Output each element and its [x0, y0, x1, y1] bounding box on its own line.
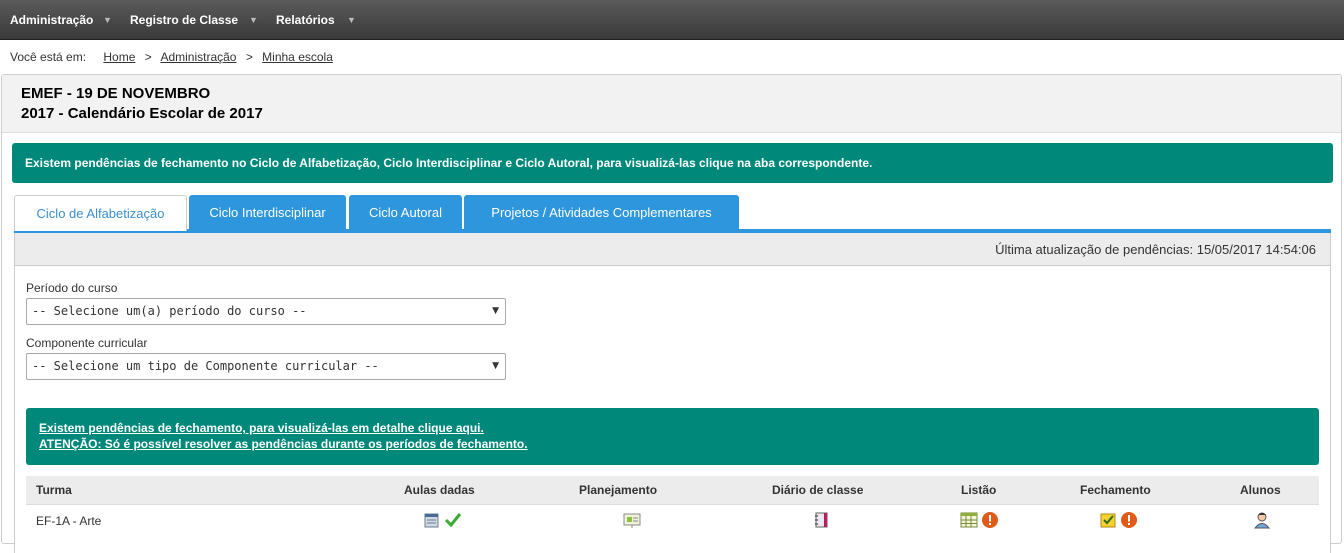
menu-relatorios[interactable]: Relatórios ▼	[276, 0, 356, 40]
breadcrumb: Você está em: Home > Administração > Min…	[10, 50, 333, 64]
menu-registro-label: Registro de Classe	[130, 13, 239, 27]
breadcrumb-minha-escola-link[interactable]: Minha escola	[262, 50, 333, 64]
col-alunos: Alunos	[1240, 483, 1281, 497]
chevron-down-icon: ▼	[103, 15, 112, 25]
menu-registro-de-classe[interactable]: Registro de Classe ▼	[130, 0, 258, 40]
calendar-name: 2017 - Calendário Escolar de 2017	[21, 105, 263, 122]
col-aulas-dadas: Aulas dadas	[404, 483, 475, 497]
aulas-dadas-icon[interactable]	[423, 511, 441, 529]
planejamento-icon[interactable]	[623, 511, 641, 529]
periodo-select-value: -- Selecione um(a) período do curso --	[32, 304, 307, 318]
componente-label: Componente curricular	[26, 336, 148, 350]
select-arrow-icon: ▼	[492, 361, 499, 371]
check-icon	[444, 513, 462, 528]
listao-icon[interactable]	[960, 511, 978, 529]
last-update-bar: Última atualização de pendências: 15/05/…	[15, 233, 1330, 266]
periodo-label: Período do curso	[26, 281, 118, 295]
col-turma: Turma	[36, 483, 72, 497]
last-update-text: Última atualização de pendências: 15/05/…	[995, 242, 1316, 257]
tab-ciclo-autoral[interactable]: Ciclo Autoral	[349, 195, 462, 230]
tab-content: Última atualização de pendências: 15/05/…	[14, 233, 1331, 553]
col-fechamento: Fechamento	[1080, 483, 1151, 497]
chevron-down-icon: ▼	[249, 15, 258, 25]
diario-de-classe-icon[interactable]	[812, 511, 830, 529]
table-row: EF-1A - Arte	[26, 505, 1319, 539]
componente-select-value: -- Selecione um tipo de Componente curri…	[32, 359, 379, 373]
fechamento-icon[interactable]	[1099, 511, 1117, 529]
warning-icon	[982, 512, 998, 528]
menu-relatorios-label: Relatórios	[276, 13, 335, 27]
select-arrow-icon: ▼	[492, 306, 499, 316]
tab-projetos-atividades[interactable]: Projetos / Atividades Complementares	[464, 195, 739, 230]
col-listao: Listão	[961, 483, 997, 497]
warning-icon	[1121, 512, 1137, 528]
table-header: Turma Aulas dadas Planejamento Diário de…	[26, 476, 1319, 505]
periodo-select[interactable]: -- Selecione um(a) período do curso -- ▼	[26, 298, 506, 325]
tab-ciclo-alfabetizacao[interactable]: Ciclo de Alfabetização	[14, 195, 187, 231]
chevron-down-icon: ▼	[347, 15, 356, 25]
student-icon[interactable]	[1253, 511, 1271, 529]
breadcrumb-separator: >	[144, 50, 152, 64]
panel-header: EMEF - 19 DE NOVEMBRO 2017 - Calendário …	[2, 75, 1341, 133]
breadcrumb-administracao-link[interactable]: Administração	[160, 50, 236, 64]
pending-alert-banner: Existem pendências de fechamento no Cicl…	[12, 143, 1333, 183]
breadcrumb-separator: >	[245, 50, 253, 64]
menu-administracao[interactable]: Administração ▼	[10, 0, 112, 40]
pending-warning-text: ATENÇÃO: Só é possível resolver as pendê…	[39, 437, 528, 451]
pending-detail-link[interactable]: Existem pendências de fechamento, para v…	[39, 420, 1319, 436]
menu-administracao-label: Administração	[10, 13, 94, 27]
col-planejamento: Planejamento	[579, 483, 658, 497]
breadcrumb-home-link[interactable]: Home	[103, 50, 135, 64]
main-panel: EMEF - 19 DE NOVEMBRO 2017 - Calendário …	[1, 74, 1342, 553]
school-name: EMEF - 19 DE NOVEMBRO	[21, 85, 211, 102]
componente-select[interactable]: -- Selecione um tipo de Componente curri…	[26, 353, 506, 380]
top-menu-bar: Administração ▼ Registro de Classe ▼ Rel…	[0, 0, 1344, 40]
turma-cell: EF-1A - Arte	[36, 514, 102, 528]
pending-detail-alert[interactable]: Existem pendências de fechamento, para v…	[26, 408, 1319, 465]
tab-ciclo-interdisciplinar[interactable]: Ciclo Interdisciplinar	[189, 195, 346, 230]
breadcrumb-label: Você está em:	[10, 50, 87, 64]
col-diario-de-classe: Diário de classe	[772, 483, 864, 497]
